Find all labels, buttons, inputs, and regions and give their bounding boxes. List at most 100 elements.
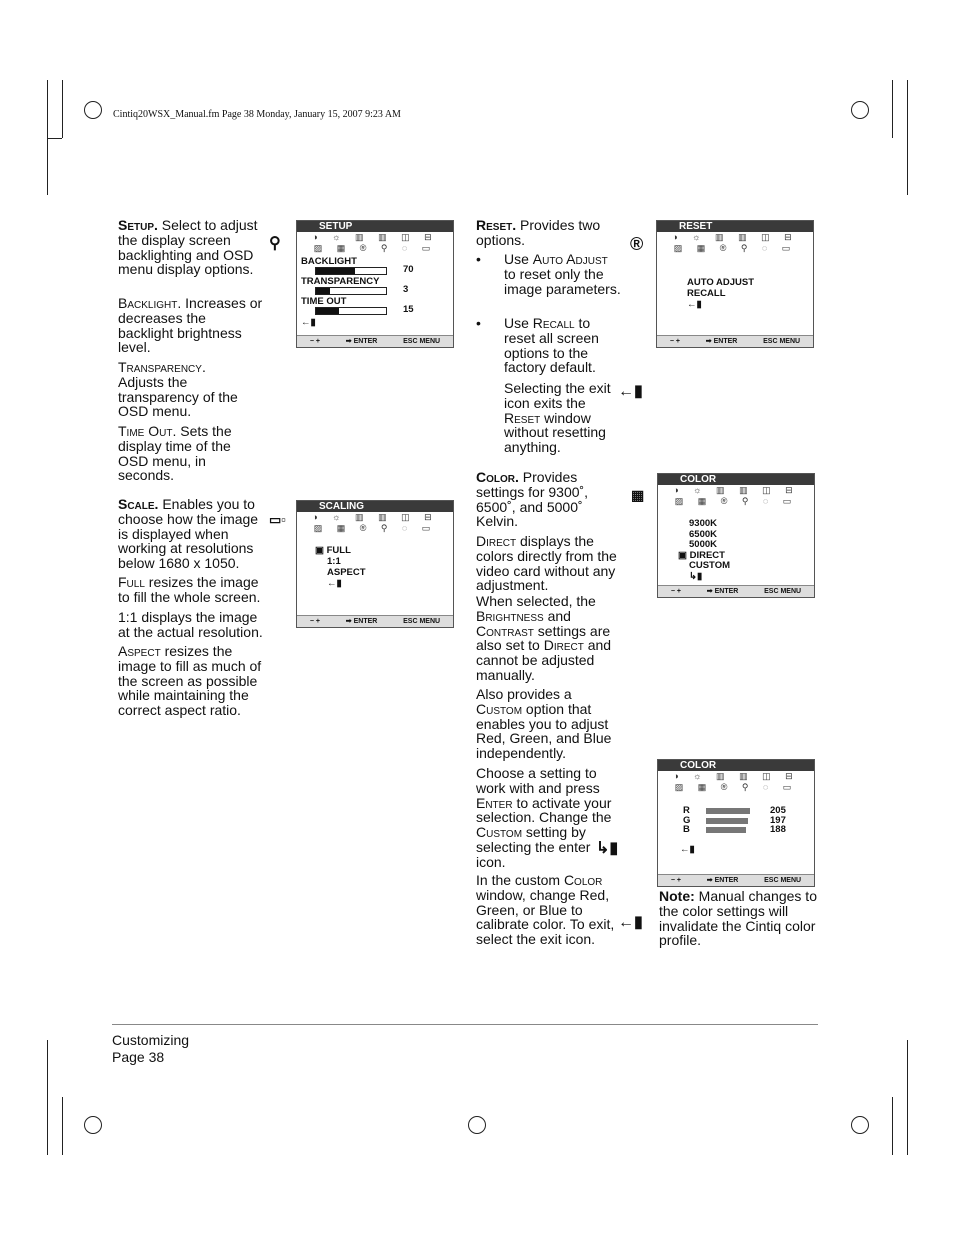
term: Reset — [504, 409, 541, 426]
term: Time Out. — [118, 423, 177, 439]
osd-icon-row: ▨ ▦ ® ⚲ ◌ ▭ — [313, 243, 437, 253]
esc-menu-label: ESC MENU — [764, 588, 802, 595]
osd-scaling-screen: SCALING ◑ ☼ ▥ ▥ ◫ ⊟ ▨ ▦ ® ⚲ ◌ ▭ − + ➡ ENTER E… — [296, 500, 454, 628]
setup-wrench-icon: ⚲ — [269, 235, 281, 252]
setup-paragraph: Setup. Select to adjust the display scre… — [118, 218, 263, 277]
osd-icon-row: ▨ ▦ ® ⚲ ◌ ▭ — [673, 243, 797, 253]
minus-plus-label: − + — [670, 877, 682, 884]
scale-paragraph: Scale. Enables you to choose how the ima… — [118, 497, 263, 571]
term: Aspect — [118, 643, 161, 659]
text: and — [543, 607, 571, 624]
text: Adjusts the transparency of the OSD menu… — [118, 373, 238, 420]
osd-option: AUTO ADJUST — [687, 277, 755, 288]
osd-item-label: BACKLIGHT — [301, 256, 357, 267]
osd-level-bar — [315, 287, 387, 295]
registration-mark — [851, 101, 869, 119]
direct-paragraph: Direct displays the colors directly from… — [476, 534, 621, 593]
registration-mark — [84, 101, 102, 119]
esc-menu-label: ESC MENU — [403, 338, 441, 345]
osd-item-value: 70 — [403, 264, 414, 275]
osd-item-label: TIME OUT — [301, 296, 347, 307]
osd-button-bar: − + ➡ ENTER ESC MENU — [657, 335, 813, 347]
osd-exit-icon: ←▮ — [301, 317, 316, 328]
bullet-auto-adjust: • Use Auto Adjust to reset only the image… — [476, 252, 621, 296]
osd-item-value: 15 — [403, 304, 414, 315]
text: In the custom — [476, 872, 564, 888]
color-paragraph: Color. Provides settings for 9300˚, 6500… — [476, 470, 596, 529]
term: Auto Adjust — [532, 251, 608, 267]
osd-color-screen: COLOR ◑ ☼ ▥ ▥ ◫ ⊟ ▨ ▦ ® ⚲ ◌ ▭ − + ➡ ENTER ESC… — [657, 473, 815, 598]
text: When selected, the — [476, 593, 596, 609]
esc-menu-label: ESC MENU — [763, 338, 801, 345]
term: Full — [118, 574, 145, 590]
registration-mark — [468, 1116, 486, 1134]
text: Use — [504, 315, 533, 331]
note-label: Note: — [659, 888, 695, 904]
crop-mark — [47, 1040, 48, 1155]
osd-exit-icon: ←▮ — [680, 844, 695, 855]
text: window, change Red, Green, or Blue to ca… — [476, 886, 615, 948]
term: Setup. — [118, 217, 158, 233]
term: Reset. — [476, 217, 517, 233]
osd-title: SCALING — [297, 501, 453, 512]
term: Transparency. — [118, 359, 206, 375]
minus-plus-label: − + — [309, 618, 321, 625]
text: Also provides a — [476, 686, 572, 702]
osd-icon-row: ◑ ☼ ▥ ▥ ◫ ⊟ — [672, 232, 798, 242]
osd-channel-label: B — [683, 824, 690, 835]
footer-section: Customizing — [112, 1032, 190, 1048]
bullet-recall: • Use Recall to reset all screen options … — [476, 316, 606, 375]
text: Selecting the exit icon exits the — [504, 380, 611, 411]
aspect-paragraph: Aspect resizes the image to fill as much… — [118, 644, 263, 718]
footer-divider — [112, 1024, 818, 1025]
transparency-paragraph: Transparency. Adjusts the transparency o… — [118, 360, 248, 419]
crop-mark — [62, 80, 63, 138]
scale-icon: ▭▫ — [269, 512, 286, 527]
osd-title: SETUP — [297, 221, 453, 232]
term: Color. — [476, 469, 519, 485]
color-icon: ▦ — [631, 487, 645, 503]
term: Recall — [532, 315, 575, 331]
osd-level-fill — [316, 308, 340, 314]
osd-icon-row: ◑ ☼ ▥ ▥ ◫ ⊟ — [673, 771, 799, 781]
osd-level-fill — [316, 288, 330, 294]
exit-paragraph: Selecting the exit icon exits the Reset … — [504, 381, 614, 455]
esc-menu-label: ESC MENU — [764, 877, 802, 884]
osd-icon-row: ◑ ☼ ▥ ▥ ◫ ⊟ — [673, 485, 799, 495]
registration-mark — [851, 1116, 869, 1134]
reset-paragraph: Reset. Provides two options. — [476, 218, 616, 248]
exit-icon: ←▮ — [618, 914, 643, 931]
osd-custom-color-screen: COLOR ◑ ☼ ▥ ▥ ◫ ⊟ ▨ ▦ ® ⚲ ◌ ▭ − + ➡ ENTER ESC… — [657, 759, 815, 887]
when-selected-paragraph: When selected, the Brightness and Contra… — [476, 594, 621, 683]
osd-button-bar: − + ➡ ENTER ESC MENU — [297, 335, 453, 347]
note-paragraph: Note: Manual changes to the color settin… — [659, 889, 819, 948]
minus-plus-label: − + — [669, 338, 681, 345]
custom-paragraph: In the custom Color window, change Red, … — [476, 873, 616, 947]
osd-button-bar: − + ➡ ENTER ESC MENU — [658, 874, 814, 886]
osd-level-fill — [316, 268, 355, 274]
exit-icon: ←▮ — [618, 383, 643, 400]
crop-mark — [907, 1040, 908, 1155]
osd-enter-icon: ↳▮ — [689, 571, 703, 582]
term: Direct — [543, 637, 584, 654]
osd-channel-bar — [706, 817, 749, 824]
enter-icon: ↳▮ — [596, 840, 619, 857]
enter-label: ➡ ENTER — [706, 588, 739, 595]
footer-page-number: Page 38 — [112, 1049, 165, 1065]
osd-level-bar — [315, 267, 387, 275]
term: Contrast — [476, 622, 534, 639]
osd-exit-icon: ←▮ — [687, 299, 702, 310]
enter-label: ➡ ENTER — [705, 338, 738, 345]
term: Custom — [476, 700, 523, 717]
osd-icon-row: ◑ ☼ ▥ ▥ ◫ ⊟ — [312, 512, 438, 522]
osd-channel-value: 188 — [770, 824, 786, 835]
reset-icon: ® — [630, 234, 644, 254]
one-to-one-paragraph: 1:1 displays the image at the actual res… — [118, 609, 263, 640]
osd-exit-icon: ←▮ — [327, 578, 342, 589]
osd-item-label: TRANSPARENCY — [301, 276, 380, 287]
osd-icon-row: ▨ ▦ ® ⚲ ◌ ▭ — [674, 782, 798, 792]
text: Use — [504, 251, 533, 267]
term: Enter — [476, 794, 513, 811]
file-header: Cintiq20WSX_Manual.fm Page 38 Monday, Ja… — [113, 109, 401, 120]
enter-label: ➡ ENTER — [345, 338, 378, 345]
